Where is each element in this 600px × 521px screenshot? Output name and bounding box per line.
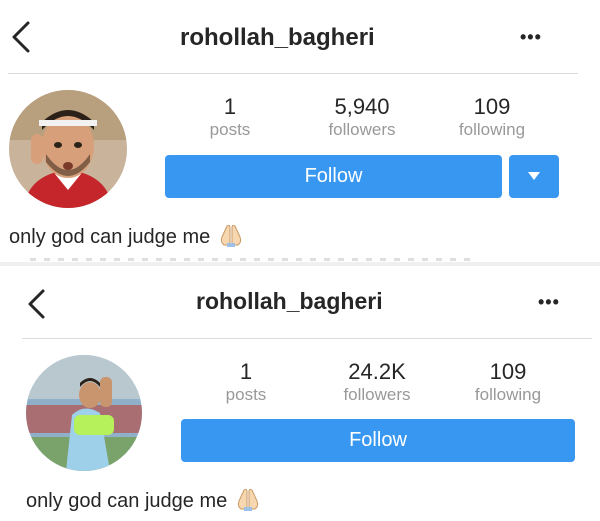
- profile-screen-top: rohollah_bagheri ••• 1 posts 5,940 follo…: [0, 0, 600, 262]
- avatar[interactable]: [9, 90, 127, 208]
- folded-hands-icon: [218, 223, 244, 253]
- followers-stat[interactable]: 5,940 followers: [302, 94, 422, 140]
- followers-label: followers: [328, 120, 396, 139]
- posts-count: 1: [239, 359, 253, 384]
- profile-username: rohollah_bagheri: [196, 288, 383, 314]
- following-label: following: [458, 120, 526, 139]
- more-options-icon[interactable]: •••: [538, 292, 560, 313]
- following-label: following: [474, 385, 542, 404]
- follow-button[interactable]: Follow: [181, 419, 575, 462]
- chevron-left-icon[interactable]: [10, 20, 32, 54]
- followers-label: followers: [343, 385, 411, 404]
- caret-down-icon: [528, 172, 540, 180]
- partial-text-line: [30, 258, 470, 261]
- following-count: 109: [489, 359, 527, 384]
- folded-hands-icon: [235, 487, 261, 517]
- posts-stat[interactable]: 1 posts: [186, 359, 306, 405]
- following-count: 109: [473, 94, 511, 119]
- header-divider: [22, 338, 592, 339]
- profile-screen-bottom: rohollah_bagheri ••• 1 posts 24.2K follo…: [0, 266, 600, 521]
- more-options-icon[interactable]: •••: [520, 27, 542, 48]
- profile-bio: only god can judge me: [26, 487, 261, 517]
- suggestions-dropdown-button[interactable]: [509, 155, 559, 198]
- followers-count: 24.2K: [348, 359, 406, 384]
- posts-label: posts: [225, 385, 267, 404]
- follow-button[interactable]: Follow: [165, 155, 502, 198]
- posts-stat[interactable]: 1 posts: [170, 94, 290, 140]
- bio-text: only god can judge me: [9, 226, 211, 248]
- posts-label: posts: [209, 120, 251, 139]
- profile-username: rohollah_bagheri: [180, 24, 375, 51]
- followers-stat[interactable]: 24.2K followers: [317, 359, 437, 405]
- following-stat[interactable]: 109 following: [448, 359, 568, 405]
- bio-text: only god can judge me: [26, 490, 228, 512]
- profile-bio: only god can judge me: [9, 223, 244, 253]
- avatar[interactable]: [26, 355, 142, 471]
- header-divider: [8, 73, 578, 74]
- following-stat[interactable]: 109 following: [432, 94, 552, 140]
- followers-count: 5,940: [334, 94, 390, 119]
- chevron-left-icon[interactable]: [26, 288, 46, 320]
- posts-count: 1: [223, 94, 237, 119]
